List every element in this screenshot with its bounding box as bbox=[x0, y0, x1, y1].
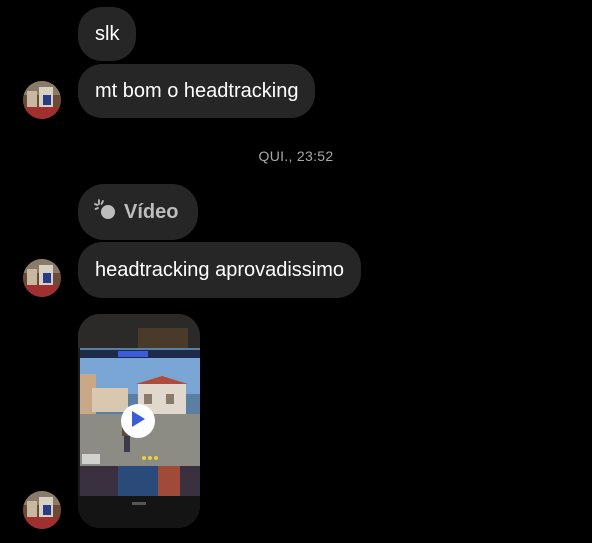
avatar-image bbox=[23, 259, 61, 297]
avatar-image bbox=[23, 81, 61, 119]
timestamp-separator: QUI., 23:52 bbox=[258, 148, 334, 164]
avatar[interactable] bbox=[23, 491, 61, 529]
video-label-bubble[interactable]: Vídeo bbox=[78, 184, 198, 240]
message-text: headtracking aprovadissimo bbox=[95, 259, 345, 281]
avatar[interactable] bbox=[23, 259, 61, 297]
message-text: mt bom o headtracking bbox=[95, 80, 299, 102]
message-bubble[interactable]: slk bbox=[78, 7, 137, 61]
avatar-image bbox=[23, 491, 61, 529]
message-bubble[interactable]: headtracking aprovadissimo bbox=[78, 242, 362, 298]
play-icon bbox=[130, 410, 146, 433]
avatar[interactable] bbox=[23, 81, 61, 119]
play-button[interactable] bbox=[121, 404, 155, 438]
video-label-text: Vídeo bbox=[124, 200, 179, 223]
message-text: slk bbox=[95, 23, 120, 45]
message-bubble[interactable]: mt bom o headtracking bbox=[78, 64, 316, 118]
sparkle-circle-icon bbox=[94, 198, 118, 227]
